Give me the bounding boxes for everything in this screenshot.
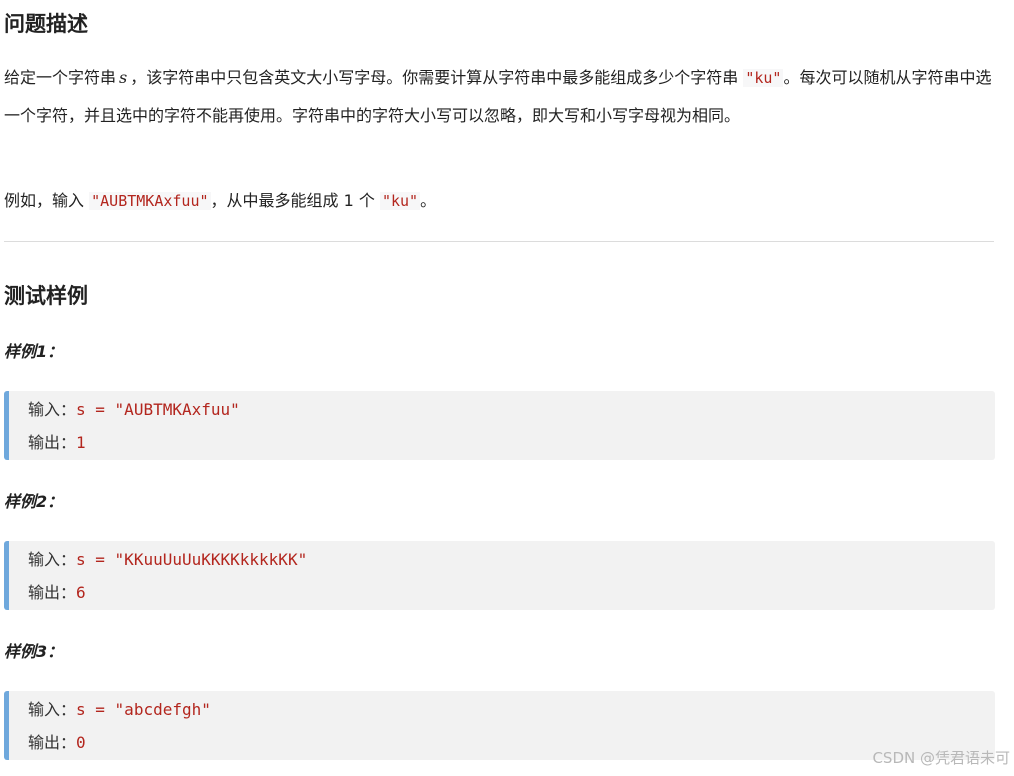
inline-code-example-input: "AUBTMKAxfuu" — [89, 192, 211, 210]
input-code: s = "KKuuUuUuKKKKkkkkKK" — [76, 550, 308, 569]
example-text-3: 。 — [420, 191, 437, 210]
sample-box-3: 输入：s = "abcdefgh" 输出：0 — [4, 691, 995, 760]
section-title-description: 问题描述 — [4, 12, 88, 36]
sample-input-line: 输入：s = "abcdefgh" — [28, 698, 211, 722]
sample-label-3: 样例3： — [4, 642, 64, 661]
sample-label-1: 样例1： — [4, 342, 64, 361]
description-text-2: ，该字符串中只包含英文大小写字母。你需要计算从字符串中最多能组成多少个字符串 — [130, 68, 739, 87]
input-label: 输入： — [28, 700, 77, 719]
example-paragraph: 例如，输入 "AUBTMKAxfuu" ，从中最多能组成 1 个 "ku"。 — [4, 182, 994, 220]
input-code: s = "abcdefgh" — [76, 700, 211, 719]
inline-code-example-ku: "ku" — [379, 192, 421, 210]
description-text-1: 给定一个字符串 — [4, 68, 117, 87]
section-title-tests: 测试样例 — [4, 284, 88, 308]
inline-code-ku: "ku" — [743, 69, 784, 87]
example-text-2: ，从中最多能组成 1 个 — [210, 191, 375, 210]
input-code: s = "AUBTMKAxfuu" — [76, 400, 240, 419]
output-code: 0 — [76, 733, 86, 752]
input-label: 输入： — [28, 550, 77, 569]
csdn-watermark: CSDN @凭君语未可 — [872, 749, 1010, 767]
description-paragraph: 给定一个字符串 s ，该字符串中只包含英文大小写字母。你需要计算从字符串中最多能组成… — [4, 59, 994, 134]
input-label: 输入： — [28, 400, 77, 419]
sample-box-2: 输入：s = "KKuuUuUuKKKKkkkkKK" 输出：6 — [4, 541, 995, 610]
sample-output-line: 输出：6 — [28, 581, 86, 605]
example-text-1: 例如，输入 — [4, 191, 85, 210]
output-code: 1 — [76, 433, 86, 452]
sample-box-1: 输入：s = "AUBTMKAxfuu" 输出：1 — [4, 391, 995, 460]
output-label: 输出： — [28, 583, 77, 602]
sample-output-line: 输出：0 — [28, 731, 86, 755]
section-divider — [4, 241, 994, 242]
sample-label-2: 样例2： — [4, 492, 64, 511]
sample-input-line: 输入：s = "KKuuUuUuKKKKkkkkKK" — [28, 548, 307, 572]
variable-s: s — [119, 68, 128, 87]
output-label: 输出： — [28, 433, 77, 452]
output-code: 6 — [76, 583, 86, 602]
sample-output-line: 输出：1 — [28, 431, 86, 455]
sample-input-line: 输入：s = "AUBTMKAxfuu" — [28, 398, 240, 422]
output-label: 输出： — [28, 733, 77, 752]
